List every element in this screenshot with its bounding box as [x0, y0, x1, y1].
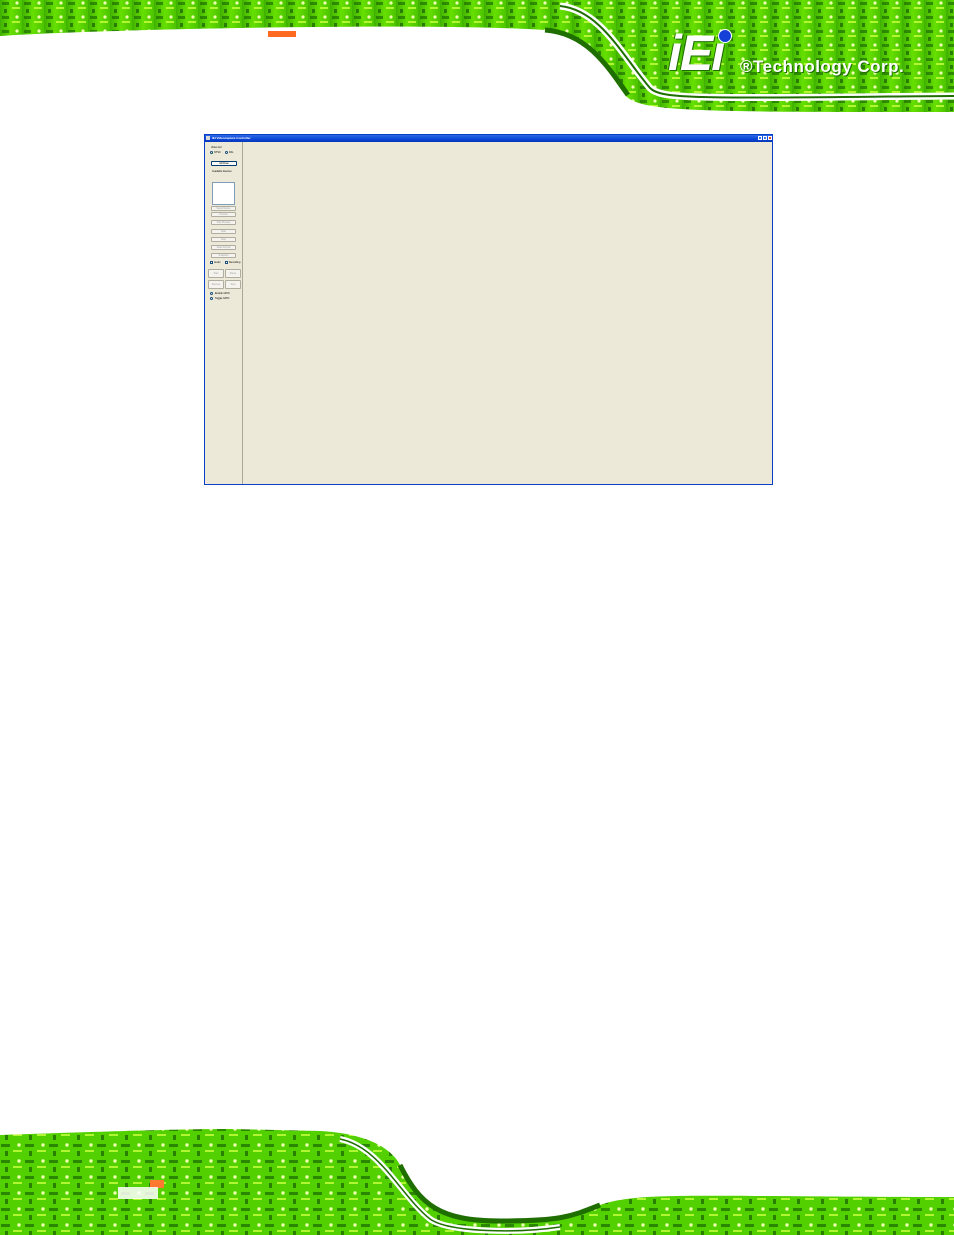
app-icon	[206, 136, 210, 140]
video-format-button[interactable]: Video Format	[211, 245, 236, 250]
control-panel: Video std NTSC PAL Init/Close Available …	[205, 142, 243, 484]
toggle-gpio-label: Toggle GPIO	[215, 297, 230, 300]
company-name: ®Technology Corp.	[740, 57, 905, 76]
audio-checkbox[interactable]	[210, 261, 213, 264]
videocapture-window: IEI Videocapture Controller Video std NT…	[204, 134, 773, 485]
enable-gpio-radio[interactable]	[210, 292, 213, 295]
iei-logo: iEi ®Technology Corp.	[668, 28, 938, 80]
minimize-icon[interactable]	[758, 136, 762, 140]
radio-pal[interactable]	[225, 151, 228, 154]
window-titlebar[interactable]: IEI Videocapture Controller	[205, 135, 772, 142]
grid-resume-button[interactable]: Resume	[208, 280, 224, 289]
video-preview-area[interactable]	[244, 142, 772, 484]
close-icon[interactable]	[768, 136, 772, 140]
device-listbox[interactable]	[212, 182, 235, 205]
preview-button[interactable]: Preview	[211, 212, 236, 217]
select-device-button[interactable]: Select Device	[211, 206, 236, 211]
enable-gpio-label: Enable GPIO	[215, 292, 230, 295]
logo-dot-icon	[718, 29, 732, 43]
video-std-label: Video std	[211, 146, 222, 149]
stop-preview-button[interactable]: Stop Preview	[211, 220, 236, 225]
footer-pcb-banner	[0, 1125, 954, 1235]
toggle-gpio-radio[interactable]	[210, 297, 213, 300]
recording-checkbox[interactable]	[225, 261, 228, 264]
grid-pause-button[interactable]: Pause	[225, 269, 241, 278]
grid-stop-button[interactable]: Stop	[225, 280, 241, 289]
devices-label: Available Devices	[212, 170, 232, 173]
window-title: IEI Videocapture Controller	[212, 136, 251, 140]
start-button[interactable]: Start	[211, 229, 236, 234]
radio-pal-label: PAL	[229, 151, 234, 154]
recording-checkbox-label: Recording	[229, 261, 241, 264]
maximize-icon[interactable]	[763, 136, 767, 140]
audio-checkbox-label: Audio	[214, 261, 221, 264]
radio-ntsc[interactable]	[210, 151, 213, 154]
stop-button[interactable]: Stop	[211, 237, 236, 242]
init-close-button[interactable]: Init/Close	[211, 161, 237, 166]
grid-start-button[interactable]: Start	[208, 269, 224, 278]
radio-ntsc-label: NTSC	[214, 151, 221, 154]
snapshot-button[interactable]: Snapshot	[211, 253, 236, 258]
iei-logo-mark: iEi	[668, 25, 725, 81]
